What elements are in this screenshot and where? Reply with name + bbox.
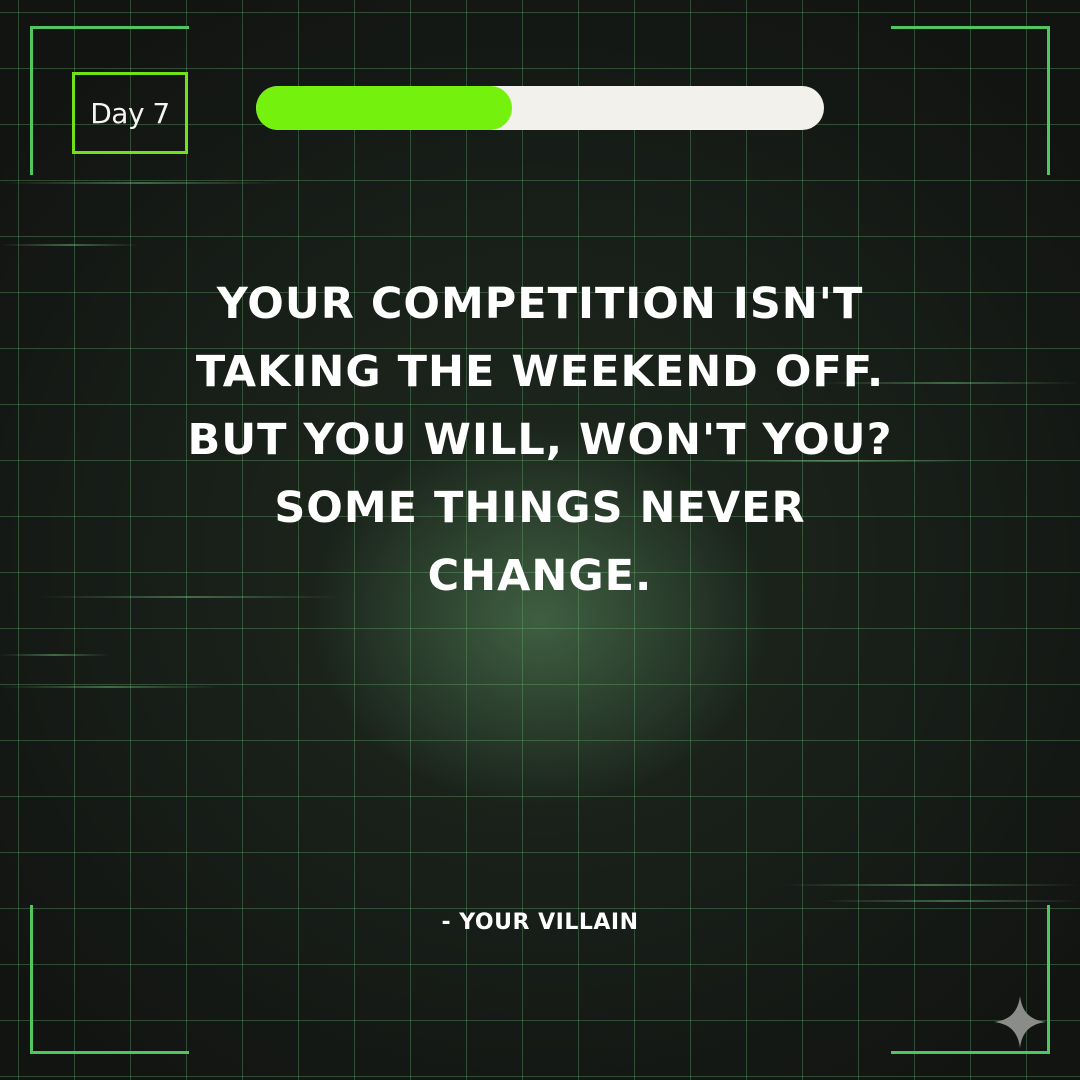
quote-text: YOUR COMPETITION ISN'T TAKING THE WEEKEN… bbox=[187, 279, 893, 601]
day-badge-label: Day 7 bbox=[90, 96, 170, 130]
light-streak bbox=[0, 182, 280, 184]
frame-corner-top-right bbox=[891, 26, 1050, 175]
sparkle-icon bbox=[994, 996, 1046, 1048]
light-streak bbox=[780, 884, 1080, 886]
light-streak bbox=[0, 654, 110, 656]
quote-attribution: - YOUR VILLAIN bbox=[441, 910, 639, 935]
light-streak bbox=[0, 244, 140, 246]
progress-bar-fill bbox=[256, 86, 512, 130]
light-streak bbox=[820, 900, 1080, 902]
day-badge: Day 7 bbox=[72, 72, 188, 154]
frame-corner-bottom-left bbox=[30, 905, 189, 1054]
light-streak bbox=[0, 686, 220, 688]
progress-bar bbox=[256, 86, 824, 130]
